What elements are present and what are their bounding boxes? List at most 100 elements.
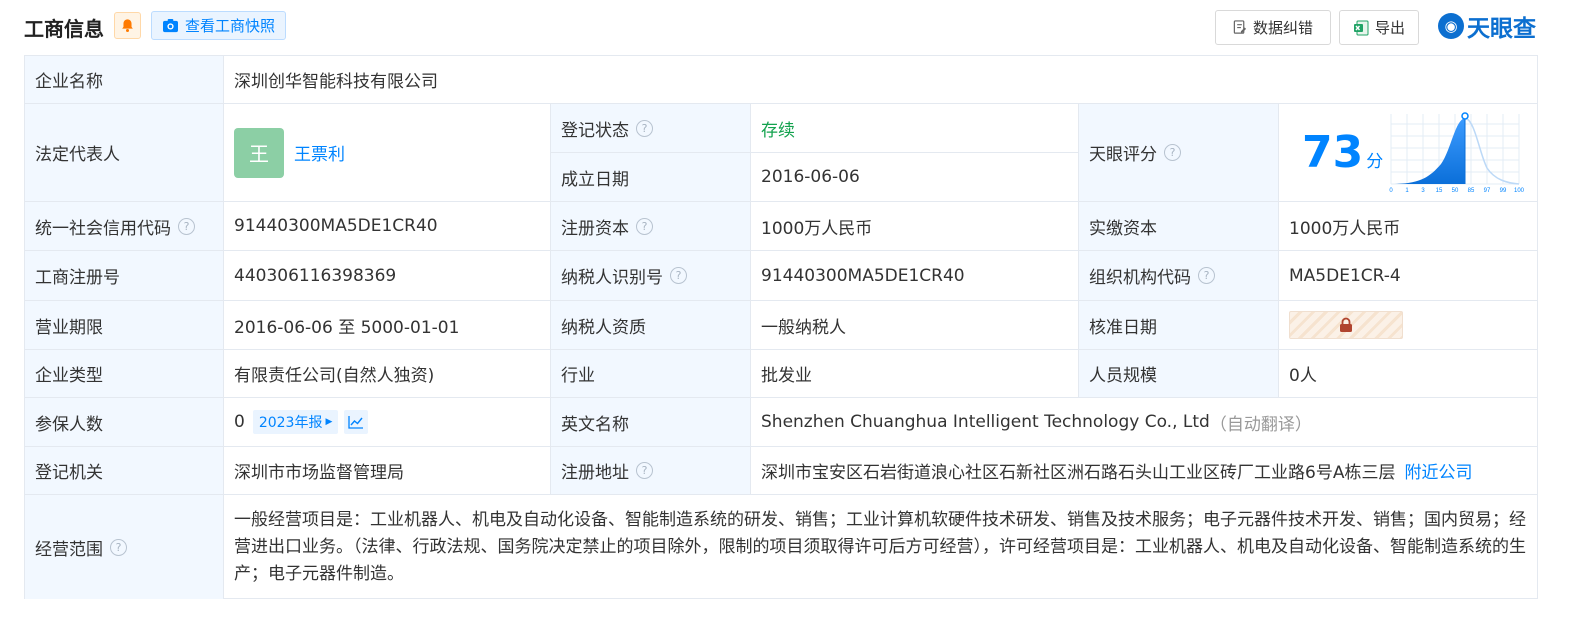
score-chart-tick-label: 3 (1421, 188, 1425, 194)
value-reg-capital: 1000万人民币 (751, 202, 1079, 251)
value-reg-number: 440306116398369 (224, 251, 551, 301)
score-chart-tick-label: 0 (1389, 188, 1393, 194)
value-taxpayer-id: 91440300MA5DE1CR40 (751, 251, 1079, 301)
auto-translate-note: （自动翻译） (1209, 414, 1312, 435)
value-taxpayer-qual: 一般纳税人 (751, 301, 1079, 350)
follow-bell-button[interactable] (114, 12, 141, 39)
help-icon[interactable]: ? (636, 119, 653, 137)
label-tianyan-score: 天眼评分? (1079, 104, 1279, 202)
label-taxpayer-qual: 纳税人资质 (551, 301, 751, 350)
value-company-type: 有限责任公司(自然人独资) (224, 350, 551, 398)
help-icon[interactable]: ? (670, 267, 687, 284)
excel-icon (1353, 20, 1369, 35)
value-staff-size: 0人 (1279, 350, 1538, 398)
label-org-code: 组织机构代码? (1079, 251, 1279, 301)
label-approval-date: 核准日期 (1079, 301, 1279, 350)
logo-eye-icon: ◉ (1438, 13, 1464, 39)
trend-chart-button[interactable] (344, 410, 369, 434)
label-taxpayer-id-text: 纳税人识别号 (561, 268, 663, 288)
approval-date-cell (1279, 301, 1538, 350)
score-unit: 分 (1366, 152, 1384, 172)
score-chart-tick-label: 97 (1484, 188, 1491, 194)
label-tianyan-score-text: 天眼评分 (1089, 145, 1157, 165)
legal-rep-cell: 王 王票利 (224, 104, 551, 202)
reg-address-cell: 深圳市宝安区石岩街道浪心社区石新社区洲石路石头山工业区砖厂工业路6号A栋三层 附… (751, 447, 1538, 495)
label-reg-status-text: 登记状态 (561, 120, 629, 141)
value-paid-capital: 1000万人民币 (1279, 202, 1538, 251)
nearby-companies-link[interactable]: 附近公司 (1404, 458, 1472, 483)
data-correction-button[interactable]: 数据纠错 (1215, 10, 1331, 45)
value-credit-code: 91440300MA5DE1CR40 (224, 202, 551, 251)
label-org-code-text: 组织机构代码 (1089, 268, 1191, 288)
label-reg-capital-text: 注册资本 (561, 218, 629, 239)
score-chart-tick-label: 100 (1514, 188, 1524, 194)
english-name-cell: Shenzhen Chuanghua Intelligent Technolog… (751, 398, 1538, 447)
view-snapshot-button[interactable]: 查看工商快照 (151, 11, 287, 40)
value-reg-authority: 深圳市市场监督管理局 (224, 447, 551, 495)
label-reg-address-text: 注册地址 (561, 463, 629, 483)
annual-report-year-label: 2023年报 (258, 415, 323, 431)
value-industry: 批发业 (751, 350, 1079, 398)
score-value: 73 (1302, 127, 1364, 178)
label-legal-rep: 法定代表人 (25, 104, 224, 202)
data-correction-label: 数据纠错 (1252, 19, 1313, 37)
label-company-type: 企业类型 (25, 350, 224, 398)
help-icon[interactable]: ? (636, 217, 653, 235)
label-biz-scope: 经营范围? (25, 495, 224, 599)
camera-icon (163, 18, 178, 33)
section-title: 工商信息 (24, 17, 104, 41)
legal-rep-link[interactable]: 王票利 (294, 140, 345, 165)
score-chart-tick-label: 99 (1500, 188, 1507, 194)
label-company-name: 企业名称 (25, 56, 224, 104)
annual-report-year-tag[interactable]: 2023年报 ▶ (252, 410, 339, 434)
value-org-code: MA5DE1CR-4 (1279, 251, 1538, 301)
logo-text: 天眼查 (1467, 16, 1536, 42)
score-chart-tick-label: 15 (1436, 188, 1443, 194)
export-button[interactable]: 导出 (1339, 10, 1419, 45)
insured-cell: 0 2023年报 ▶ (224, 398, 551, 447)
tianyancha-logo: ◉ 天眼查 (1438, 10, 1536, 42)
help-icon[interactable]: ? (110, 538, 127, 556)
help-icon[interactable]: ? (636, 462, 653, 479)
help-icon[interactable]: ? (1164, 144, 1181, 161)
value-insured: 0 (234, 412, 245, 432)
value-reg-address: 深圳市宝安区石岩街道浪心社区石新社区洲石路石头山工业区砖厂工业路6号A栋三层 (761, 463, 1396, 483)
label-biz-term: 营业期限 (25, 301, 224, 350)
label-paid-capital: 实缴资本 (1079, 202, 1279, 251)
label-english-name: 英文名称 (551, 398, 751, 447)
label-reg-authority: 登记机关 (25, 447, 224, 495)
label-reg-number: 工商注册号 (25, 251, 224, 301)
line-chart-icon (348, 416, 364, 429)
score-chart-tick-label: 1 (1405, 188, 1409, 194)
help-icon[interactable]: ? (1198, 267, 1215, 284)
score-distribution-chart: 0 1 3 15 50 85 97 99 100 (1389, 112, 1524, 194)
value-founded: 2016-06-06 (751, 153, 1079, 202)
label-credit-code-text: 统一社会信用代码 (35, 218, 171, 239)
value-company-name: 深圳创华智能科技有限公司 (224, 56, 1538, 104)
section-header: 工商信息 查看工商快照 数据纠错 导出 ◉ 天眼查 (24, 10, 1550, 45)
edit-document-icon (1233, 20, 1247, 34)
avatar: 王 (234, 127, 284, 178)
label-reg-status: 登记状态? (551, 104, 751, 153)
locked-value-button[interactable] (1289, 311, 1403, 339)
label-industry: 行业 (551, 350, 751, 398)
export-label: 导出 (1374, 19, 1405, 37)
view-snapshot-label: 查看工商快照 (185, 17, 276, 35)
value-english-name: Shenzhen Chuanghua Intelligent Technolog… (761, 412, 1210, 432)
score-chart-tick-label: 50 (1452, 188, 1459, 194)
label-staff-size: 人员规模 (1079, 350, 1279, 398)
value-biz-term: 2016-06-06 至 5000-01-01 (224, 301, 551, 350)
company-info-table: 企业名称 深圳创华智能科技有限公司 法定代表人 王 王票利 登记状态? 存续 成… (24, 55, 1538, 599)
label-biz-scope-text: 经营范围 (35, 539, 103, 560)
score-display: 73 分 (1302, 127, 1383, 178)
label-credit-code: 统一社会信用代码? (25, 202, 224, 251)
help-icon[interactable]: ? (178, 217, 195, 235)
tianyan-score-cell[interactable]: 73 分 0 1 3 15 50 85 97 99 100 (1279, 104, 1538, 202)
value-reg-status: 存续 (751, 104, 1079, 153)
label-reg-capital: 注册资本? (551, 202, 751, 251)
caret-right-icon: ▶ (325, 417, 333, 427)
label-founded: 成立日期 (551, 153, 751, 202)
lock-icon (1340, 317, 1352, 332)
value-biz-scope: 一般经营项目是：工业机器人、机电及自动化设备、智能制造系统的研发、销售；工业计算… (234, 509, 1526, 584)
score-chart-tick-label: 85 (1468, 188, 1475, 194)
